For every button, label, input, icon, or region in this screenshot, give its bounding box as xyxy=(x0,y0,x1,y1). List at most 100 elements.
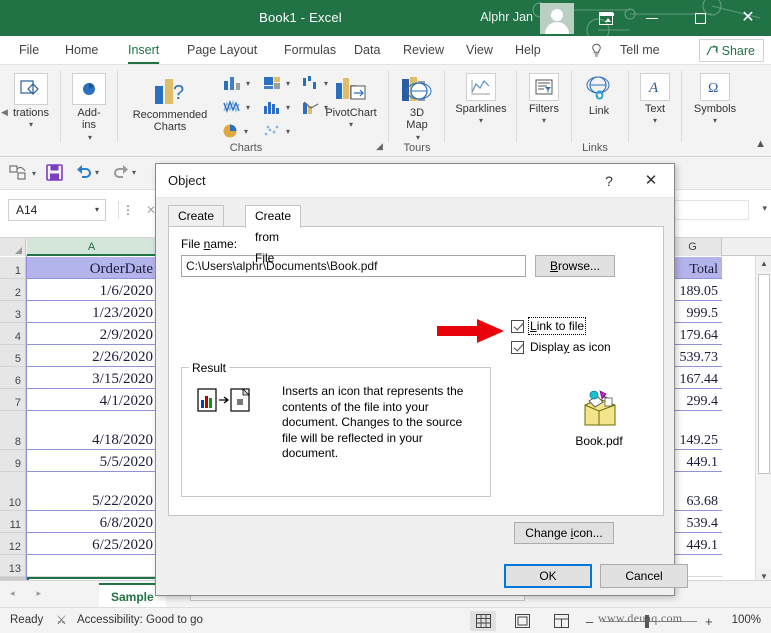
ribbon-symbols[interactable]: Ω Symbols ▾ xyxy=(684,73,746,127)
vertical-scroll-thumb[interactable] xyxy=(758,274,770,474)
change-icon-button[interactable]: Change icon... xyxy=(514,522,614,544)
zoom-in-button[interactable]: + xyxy=(705,614,713,629)
link-to-file-checkbox[interactable] xyxy=(511,319,524,333)
ribbon-sparklines[interactable]: Sparklines ▾ xyxy=(447,73,515,127)
chart-stock-icon[interactable]: ▾ xyxy=(222,99,250,115)
tab-review[interactable]: Review xyxy=(396,36,451,65)
row-header-5[interactable]: 5 xyxy=(0,345,26,367)
cell-A5[interactable]: 2/26/2020 xyxy=(27,345,157,367)
tab-file[interactable]: File xyxy=(12,36,46,65)
redo-icon[interactable]: ▾ xyxy=(112,164,136,180)
dialog-help-button[interactable]: ? xyxy=(596,170,622,192)
cell-A9[interactable]: 5/5/2020 xyxy=(27,450,157,472)
undo-icon[interactable]: ▾ xyxy=(75,164,99,180)
row-header-3[interactable]: 3 xyxy=(0,301,26,323)
row-header-6[interactable]: 6 xyxy=(0,367,26,389)
ribbon-text[interactable]: A Text ▾ xyxy=(631,73,679,127)
select-all-corner[interactable] xyxy=(0,238,26,256)
page-layout-view-icon[interactable] xyxy=(509,611,535,631)
chart-pie-icon[interactable]: ▾ xyxy=(222,123,248,139)
cell-A11[interactable]: 6/8/2020 xyxy=(27,511,157,533)
autosave-icon[interactable]: ▾ xyxy=(8,164,36,182)
close-button[interactable]: ✕ xyxy=(725,0,771,36)
page-break-preview-icon[interactable] xyxy=(548,611,574,631)
link-to-file-row[interactable]: Link to file xyxy=(511,317,587,335)
tab-home[interactable]: Home xyxy=(58,36,105,65)
row-header-13[interactable]: 13 xyxy=(0,555,26,577)
display-as-icon-checkbox[interactable] xyxy=(511,340,524,354)
cell-A4[interactable]: 2/9/2020 xyxy=(27,323,157,345)
cell-A10[interactable]: 5/22/2020 xyxy=(27,472,157,511)
maximize-button[interactable] xyxy=(677,0,723,36)
avatar[interactable] xyxy=(540,3,574,34)
chart-hierarchy-icon[interactable]: ▾ xyxy=(262,75,290,91)
column-header-A[interactable]: A xyxy=(27,238,157,256)
row-header-8[interactable]: 8 xyxy=(0,411,26,450)
chevron-down-icon[interactable]: ▾ xyxy=(631,115,679,127)
ribbon-3d-map[interactable]: 3D Map ▾ xyxy=(392,73,442,144)
tell-me-box[interactable]: Tell me xyxy=(613,36,667,65)
cell-A13[interactable] xyxy=(27,555,157,577)
cell-A6[interactable]: 3/15/2020 xyxy=(27,367,157,389)
vertical-scrollbar[interactable]: ▲ ▼ xyxy=(755,256,771,585)
charts-dialog-launcher-icon[interactable]: ◢ xyxy=(376,141,383,152)
display-as-icon-row[interactable]: Display as icon xyxy=(511,340,611,354)
browse-button[interactable]: Browse... xyxy=(535,255,615,277)
sheet-prev-icon[interactable]: ◂ xyxy=(10,588,15,599)
cancel-button[interactable]: Cancel xyxy=(600,564,688,588)
chevron-down-icon[interactable]: ▾ xyxy=(95,200,99,220)
chart-column-bar-icon[interactable]: ▾ xyxy=(222,75,250,91)
row-header-10[interactable]: 10 xyxy=(0,472,26,511)
cell-H-column[interactable] xyxy=(722,257,754,599)
ribbon-display-options-icon[interactable] xyxy=(583,0,629,36)
ribbon-add-ins[interactable]: Add- ins ▾ xyxy=(62,73,116,144)
formula-bar-more-icon[interactable]: ⋮ xyxy=(121,200,135,220)
scroll-up-icon[interactable]: ▲ xyxy=(756,256,771,272)
ribbon-link[interactable]: Link xyxy=(575,73,623,117)
row-header-4[interactable]: 4 xyxy=(0,323,26,345)
chevron-down-icon[interactable]: ▾ xyxy=(318,119,384,131)
chevron-down-icon[interactable]: ▾ xyxy=(88,133,92,142)
cell-A7[interactable]: 4/1/2020 xyxy=(27,389,157,411)
tab-data[interactable]: Data xyxy=(347,36,387,65)
normal-view-icon[interactable] xyxy=(470,611,496,631)
collapse-ribbon-icon[interactable]: ▲ xyxy=(755,138,766,150)
ribbon-illustrations[interactable]: trations ▾ xyxy=(2,73,60,131)
zoom-level[interactable]: 100% xyxy=(732,614,761,626)
dialog-close-button[interactable]: ✕ xyxy=(638,170,664,192)
tab-page-layout[interactable]: Page Layout xyxy=(180,36,264,65)
ribbon-filters[interactable]: Filters ▾ xyxy=(519,73,569,127)
status-accessibility[interactable]: Accessibility: Good to go xyxy=(77,614,203,626)
row-header-2[interactable]: 2 xyxy=(0,279,26,301)
sheet-next-icon[interactable]: ▸ xyxy=(37,588,42,599)
expand-formula-bar-icon[interactable]: ▾ xyxy=(762,203,767,214)
account-name[interactable]: Alphr Jan xyxy=(480,10,533,24)
chart-statistic-icon[interactable]: ▾ xyxy=(262,99,290,115)
chevron-down-icon[interactable]: ▾ xyxy=(684,115,746,127)
row-header-11[interactable]: 11 xyxy=(0,511,26,533)
ok-button[interactable]: OK xyxy=(504,564,592,588)
cell-A8[interactable]: 4/18/2020 xyxy=(27,411,157,450)
row-header-12[interactable]: 12 xyxy=(0,533,26,555)
name-box[interactable]: A14 ▾ xyxy=(8,199,106,221)
tab-view[interactable]: View xyxy=(459,36,500,65)
row-header-1[interactable]: 1 xyxy=(0,257,26,279)
cell-A12[interactable]: 6/25/2020 xyxy=(27,533,157,555)
chevron-down-icon[interactable]: ▾ xyxy=(416,133,420,142)
cell-A1[interactable]: OrderDate xyxy=(27,257,157,279)
chevron-down-icon[interactable]: ▾ xyxy=(2,119,60,131)
tab-create-from-file[interactable]: Create from File xyxy=(245,205,302,265)
row-header-7[interactable]: 7 xyxy=(0,389,26,411)
tab-help[interactable]: Help xyxy=(508,36,548,65)
chart-scatter-icon[interactable]: ▾ xyxy=(262,123,290,139)
share-button[interactable]: Share xyxy=(698,39,764,62)
file-name-input[interactable]: C:\Users\alphr\Documents\Book.pdf xyxy=(181,255,526,277)
cell-A3[interactable]: 1/23/2020 xyxy=(27,301,157,323)
chevron-down-icon[interactable]: ▾ xyxy=(447,115,515,127)
chevron-down-icon[interactable]: ▾ xyxy=(519,115,569,127)
tab-create-new[interactable]: Create New xyxy=(168,205,225,244)
ribbon-pivotchart[interactable]: PivotChart ▾ xyxy=(318,73,384,131)
zoom-out-button[interactable]: – xyxy=(586,614,593,629)
row-header-9[interactable]: 9 xyxy=(0,450,26,472)
tab-insert[interactable]: Insert xyxy=(121,36,166,65)
